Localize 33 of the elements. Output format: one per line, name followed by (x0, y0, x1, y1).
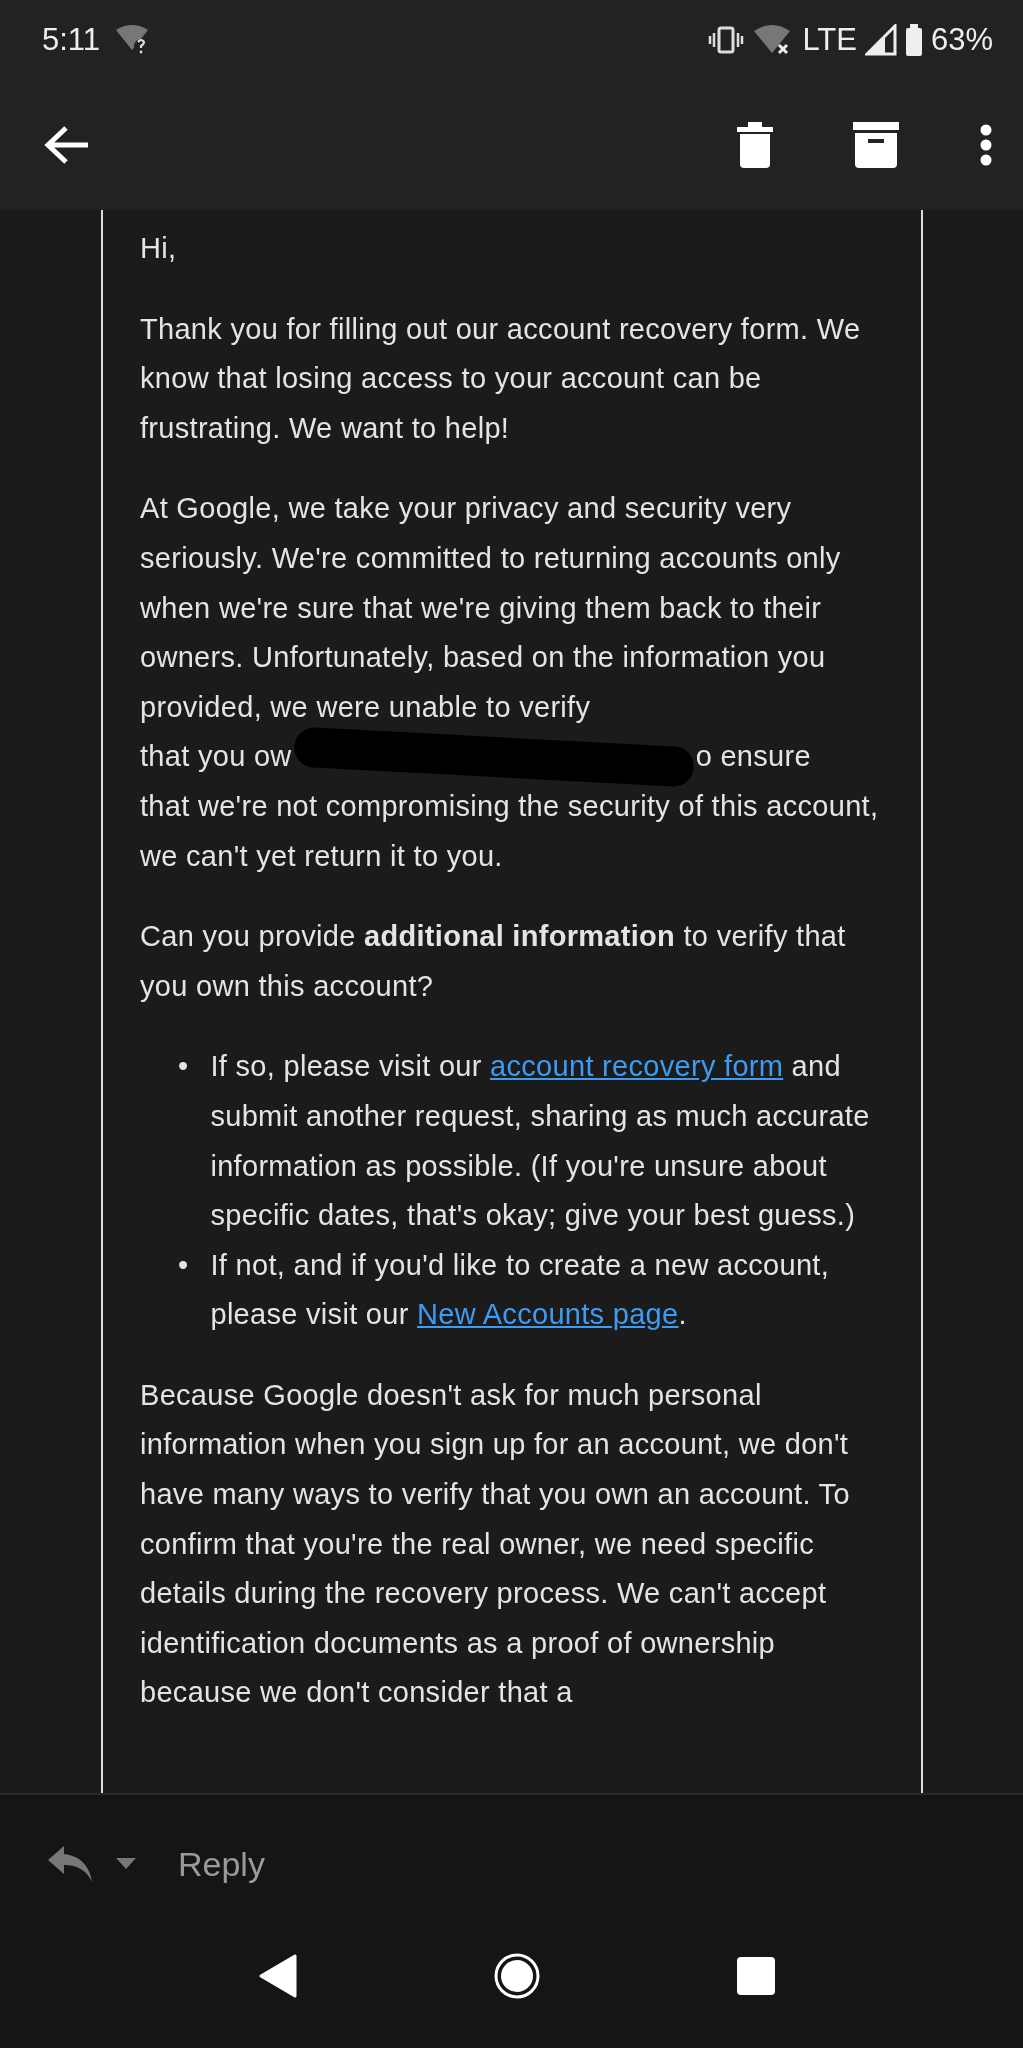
network-type: LTE (802, 22, 857, 58)
message-paragraph: Thank you for filling out our account recovery form. We know that losing access to your account can be frustrating. We want to help! (140, 311, 862, 446)
message-paragraph: Because Google doesn't ask for much personal information when you sign up for an account, we don't have many ways to verify that you own an account. To confirm that you're the real owner, we need specific details during the recovery process. We can't accept identification documents as a proof of ownership because we don't consider that a (140, 1377, 851, 1711)
clock-time: 5:11 (42, 22, 101, 58)
back-arrow-icon (44, 125, 90, 165)
message-text: o ensure (695, 739, 811, 775)
reply-icon[interactable] (46, 1844, 94, 1884)
text-link[interactable]: account recovery form (490, 1050, 784, 1083)
overview-square-icon[interactable] (736, 1956, 775, 1995)
reply-button[interactable]: Reply (178, 1844, 265, 1884)
list-item-text: If so, please visit our account recovery form and submit another request, sharing as much accurate information as possible. (If you're unsure about specific dates, that's okay; give your best guess.) (210, 1049, 871, 1234)
battery-icon (904, 24, 923, 56)
message-paragraph: Can you provide additional information to verify that you own this account? (140, 919, 847, 1004)
message-paragraph: Hi, (140, 231, 178, 266)
archive-box-icon (853, 122, 899, 168)
trash-icon (737, 122, 773, 168)
home-circle-icon[interactable] (493, 1952, 540, 1999)
delete-button[interactable] (737, 122, 773, 168)
bullet-mark: • (178, 1247, 189, 1283)
message-text: that you ow (140, 739, 292, 775)
archive-button[interactable] (853, 122, 899, 168)
vibrate-icon (708, 25, 745, 55)
more-options-button[interactable] (979, 124, 993, 166)
more-vert-icon (979, 124, 993, 166)
battery-level: 63% (930, 22, 993, 58)
list-item-text: If not, and if you'd like to create a new account, please visit our New Accounts page. (210, 1247, 831, 1333)
back-triangle-icon[interactable] (258, 1953, 297, 1998)
text-link[interactable]: New Accounts page (417, 1298, 679, 1331)
signal-icon (864, 24, 897, 56)
bullet-mark: • (178, 1049, 189, 1085)
back-button[interactable] (44, 125, 90, 165)
caret-icon[interactable] (116, 1858, 136, 1870)
message-paragraph: that we're not compromising the security of this account, we can't yet return it to you. (140, 788, 880, 874)
